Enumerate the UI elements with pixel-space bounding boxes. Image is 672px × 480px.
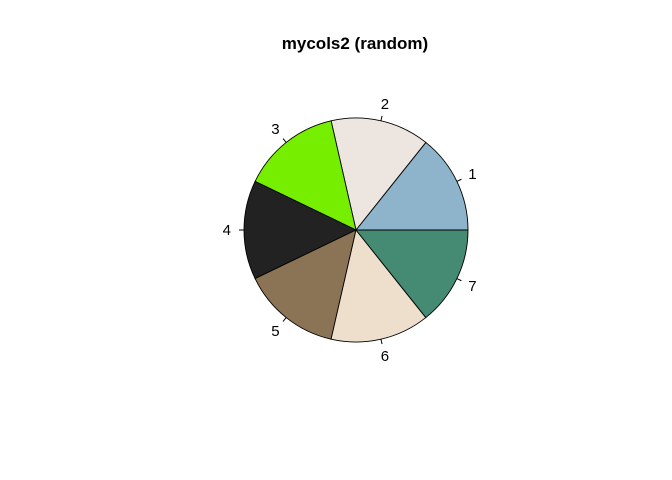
pie-label-tick-7: [456, 278, 462, 282]
pie-label-5: 5: [271, 323, 279, 340]
pie-slices: [243, 117, 469, 343]
pie-chart: mycols2 (random) 1 2 3 4 5 6 7: [223, 34, 477, 365]
pie-label-tick-5: [282, 317, 287, 322]
pie-label-tick-3: [282, 138, 287, 143]
chart-title: mycols2 (random): [282, 34, 428, 53]
pie-label-1: 1: [468, 166, 476, 183]
pie-label-tick-1: [456, 178, 462, 182]
pie-label-7: 7: [468, 278, 476, 295]
pie-label-4: 4: [223, 222, 231, 239]
pie-label-2: 2: [381, 96, 389, 113]
pie-label-6: 6: [381, 348, 389, 365]
pie-label-tick-6: [380, 339, 383, 345]
pie-label-3: 3: [271, 121, 279, 138]
pie-label-tick-2: [380, 115, 383, 121]
